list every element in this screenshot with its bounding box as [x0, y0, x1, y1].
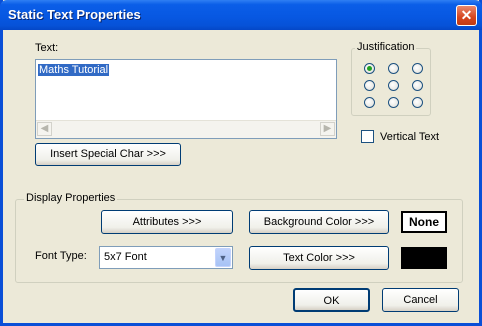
- justify-top-center-radio[interactable]: [388, 63, 399, 74]
- font-type-select[interactable]: 5x7 Font ▼: [99, 246, 233, 269]
- display-properties-title: Display Properties: [24, 192, 118, 204]
- dialog-window: Static Text Properties ✕ Text: Maths Tut…: [0, 0, 482, 326]
- justify-bottom-right-radio[interactable]: [412, 97, 423, 108]
- text-input[interactable]: Maths Tutorial ◀ ▶: [35, 59, 337, 139]
- close-icon: ✕: [460, 7, 473, 23]
- text-label: Text:: [35, 42, 59, 54]
- attributes-button[interactable]: Attributes >>>: [101, 210, 233, 234]
- justify-middle-left-radio[interactable]: [364, 80, 375, 91]
- justify-middle-right-radio[interactable]: [412, 80, 423, 91]
- cancel-button[interactable]: Cancel: [382, 288, 459, 312]
- display-properties-group: Display Properties: [15, 192, 463, 283]
- background-color-swatch: None: [401, 211, 447, 233]
- insert-special-char-button[interactable]: Insert Special Char >>>: [35, 143, 181, 166]
- title-bar[interactable]: Static Text Properties ✕: [0, 0, 482, 30]
- justify-top-left-radio[interactable]: [364, 63, 375, 74]
- horizontal-scrollbar[interactable]: ◀ ▶: [36, 120, 336, 138]
- background-color-button[interactable]: Background Color >>>: [249, 210, 389, 234]
- ok-button[interactable]: OK: [293, 288, 370, 312]
- dialog-title: Static Text Properties: [8, 7, 141, 22]
- scroll-right-icon[interactable]: ▶: [320, 122, 335, 136]
- scroll-left-icon[interactable]: ◀: [37, 122, 52, 136]
- justification-group: Justification: [351, 41, 431, 116]
- font-type-value: 5x7 Font: [104, 251, 147, 263]
- justify-middle-center-radio[interactable]: [388, 80, 399, 91]
- close-button[interactable]: ✕: [456, 5, 477, 26]
- text-color-button[interactable]: Text Color >>>: [249, 246, 389, 270]
- background-swatch-label: None: [403, 213, 445, 231]
- text-color-swatch: [401, 247, 447, 269]
- justification-title: Justification: [355, 41, 417, 53]
- justify-top-right-radio[interactable]: [412, 63, 423, 74]
- vertical-text-label: Vertical Text: [380, 131, 440, 143]
- vertical-text-checkbox[interactable]: [361, 130, 374, 143]
- justify-bottom-center-radio[interactable]: [388, 97, 399, 108]
- text-value: Maths Tutorial: [38, 64, 110, 76]
- font-type-label: Font Type:: [35, 250, 87, 262]
- chevron-down-icon[interactable]: ▼: [215, 248, 231, 267]
- justify-bottom-left-radio[interactable]: [364, 97, 375, 108]
